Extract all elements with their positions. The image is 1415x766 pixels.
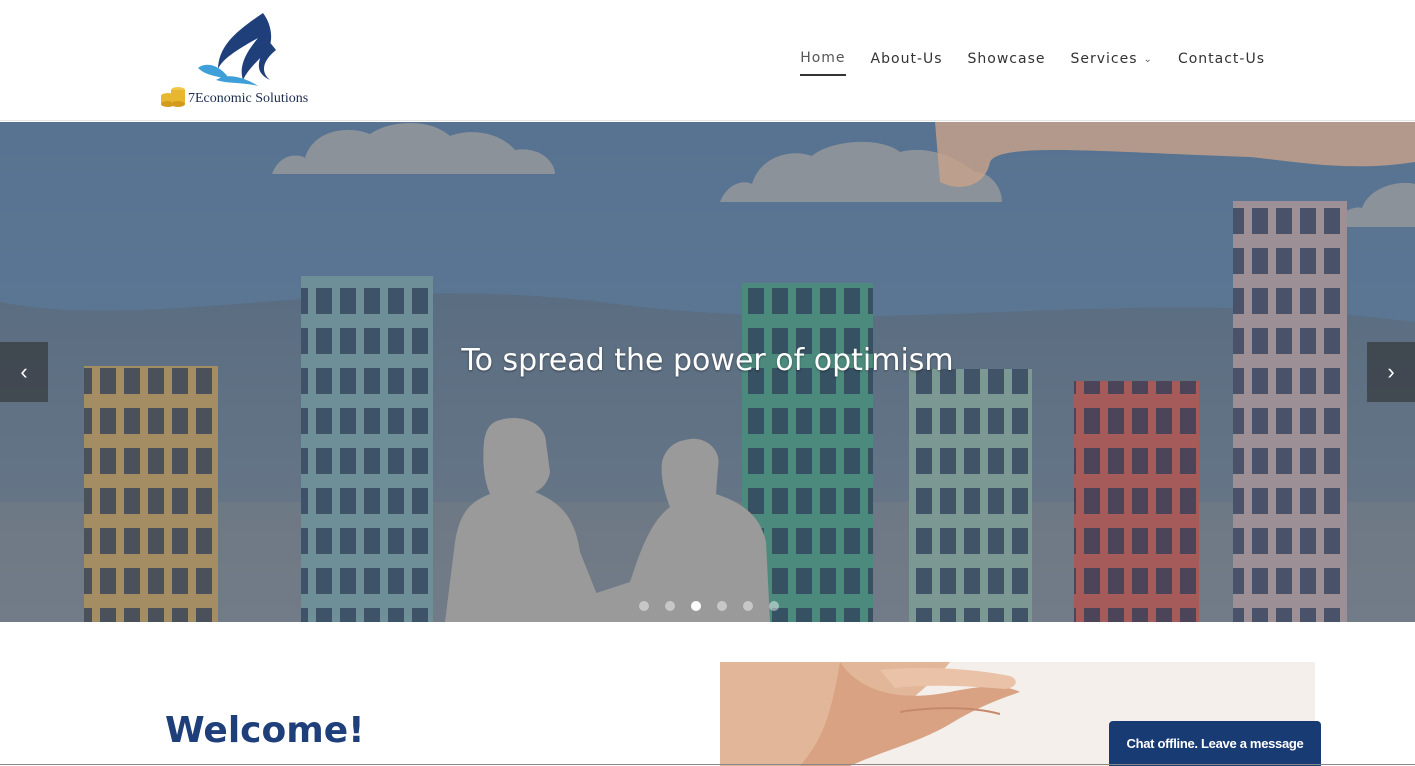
hero-slider: To spread the power of optimism ‹ › [0,122,1415,622]
nav-about-us-label: About-Us [870,51,943,67]
slider-dot-6[interactable] [769,601,779,611]
welcome-heading: Welcome! [165,710,365,751]
logo-text: 7Economic Solutions [188,91,309,106]
slider-dot-3[interactable] [691,601,701,611]
slider-dot-2[interactable] [665,601,675,611]
slider-dot-1[interactable] [639,601,649,611]
chat-widget-button[interactable]: Chat offline. Leave a message [1109,721,1321,766]
slider-dot-4[interactable] [717,601,727,611]
nav-home[interactable]: Home [800,50,846,76]
chevron-left-icon: ‹ [20,359,28,384]
chat-widget-label: Chat offline. Leave a message [1126,736,1304,751]
slider-dot-5[interactable] [743,601,753,611]
chevron-down-icon: ⌄ [1143,53,1153,65]
main-nav: Home About-Us Showcase Services ⌄ Contact… [775,50,1265,76]
nav-contact-us[interactable]: Contact-Us [1178,51,1265,75]
page-divider [0,764,1415,765]
slider-next-button[interactable]: › [1367,342,1415,402]
hero-caption: To spread the power of optimism [461,343,954,378]
nav-contact-us-label: Contact-Us [1177,51,1265,67]
nav-home-label: Home [800,50,846,66]
site-header: 7Economic Solutions Home About-Us Showca… [0,0,1415,121]
slider-prev-button[interactable]: ‹ [0,342,48,402]
chevron-right-icon: › [1387,359,1395,384]
nav-services[interactable]: Services ⌄ [1071,51,1153,75]
nav-showcase-label: Showcase [967,51,1046,67]
nav-about-us[interactable]: About-Us [871,51,943,75]
nav-showcase[interactable]: Showcase [968,51,1046,75]
nav-services-label: Services [1070,51,1138,67]
slider-dots [639,601,795,611]
